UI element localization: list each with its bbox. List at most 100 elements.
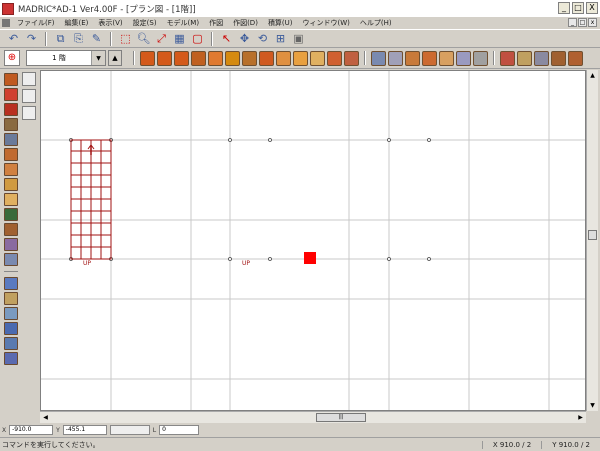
- scroll-up-icon[interactable]: ▲: [588, 71, 597, 80]
- model-tool-20-icon[interactable]: [500, 50, 515, 66]
- menu-item-0[interactable]: ファイル(F): [12, 18, 60, 28]
- floor-settings-icon[interactable]: ⊕: [4, 50, 20, 66]
- redo-icon[interactable]: ↷: [24, 31, 39, 46]
- document-icon[interactable]: [2, 19, 10, 27]
- left-tool-12-icon[interactable]: [4, 253, 18, 266]
- menu-item-1[interactable]: 編集(E): [60, 18, 94, 28]
- model-tool-7-icon[interactable]: [259, 50, 274, 66]
- left-tool-2-icon[interactable]: [4, 103, 18, 116]
- move-icon[interactable]: ✥: [237, 31, 252, 46]
- model-tool-5-icon[interactable]: [225, 50, 240, 66]
- left-tool-16-icon[interactable]: [4, 322, 18, 335]
- copy-icon[interactable]: ⧉: [53, 31, 68, 46]
- left-tool-0-icon[interactable]: [4, 73, 18, 86]
- menu-item-6[interactable]: 作図(D): [228, 18, 263, 28]
- model-tool-12-icon[interactable]: [344, 50, 359, 66]
- left-tool-3-icon[interactable]: [4, 118, 18, 131]
- chevron-down-icon[interactable]: ▼: [91, 51, 105, 65]
- left-tool-14-icon[interactable]: [4, 292, 18, 305]
- menu-item-4[interactable]: モデル(M): [162, 18, 205, 28]
- frame-icon[interactable]: ▢: [190, 31, 205, 46]
- y-coord-input[interactable]: -455.1: [62, 425, 107, 435]
- scroll-down-icon[interactable]: ▼: [588, 401, 597, 410]
- zoom-icon[interactable]: 🔍︎: [136, 31, 151, 46]
- left-tool-8-icon[interactable]: [4, 193, 18, 206]
- model-tool-16-icon[interactable]: [422, 50, 437, 66]
- model-tool-13-icon[interactable]: [371, 50, 386, 66]
- select-window-icon[interactable]: ⬚: [118, 31, 133, 46]
- left-tool-4-icon[interactable]: [4, 133, 18, 146]
- mdi-maximize-button[interactable]: □: [578, 18, 587, 27]
- model-tool-3-icon[interactable]: [191, 50, 206, 66]
- mdi-close-button[interactable]: x: [588, 18, 597, 27]
- left-tool-13-icon[interactable]: [4, 277, 18, 290]
- model-tool-6-icon[interactable]: [242, 50, 257, 66]
- left-tool-18-icon[interactable]: [4, 352, 18, 365]
- stair-element[interactable]: [70, 139, 112, 260]
- left-tool-5-icon[interactable]: [4, 148, 18, 161]
- left-tool-7-icon[interactable]: [4, 178, 18, 191]
- model-tool-14-icon[interactable]: [388, 50, 403, 66]
- model-tool-11-icon[interactable]: [327, 50, 342, 66]
- horizontal-scrollbar[interactable]: ◀ ||| ▶: [40, 411, 586, 423]
- model-tool-22-icon[interactable]: [534, 50, 549, 66]
- left-tool-10-icon[interactable]: [4, 223, 18, 236]
- model-tool-24-icon[interactable]: [568, 50, 583, 66]
- scroll-left-icon[interactable]: ◀: [41, 413, 50, 422]
- scroll-right-icon[interactable]: ▶: [576, 413, 585, 422]
- eraser-icon[interactable]: ✎: [89, 31, 104, 46]
- selection-marker[interactable]: [304, 252, 316, 264]
- left-tool-17-icon[interactable]: [4, 337, 18, 350]
- vertical-scrollbar[interactable]: ▲ ▼: [586, 70, 598, 411]
- left-tool-1-icon[interactable]: [4, 88, 18, 101]
- drawing-canvas[interactable]: UP UP: [40, 70, 586, 411]
- menu-item-5[interactable]: 作図: [204, 18, 228, 28]
- model-tool-18-icon[interactable]: [456, 50, 471, 66]
- floor-up-button[interactable]: ▲: [108, 50, 122, 66]
- grid-icon[interactable]: ▦: [172, 31, 187, 46]
- measure-icon[interactable]: ⊞: [273, 31, 288, 46]
- close-button[interactable]: X: [586, 2, 598, 14]
- model-tool-0-icon[interactable]: [140, 50, 155, 66]
- left-tool-9-icon[interactable]: [4, 208, 18, 221]
- menu-item-8[interactable]: ウィンドウ(W): [298, 18, 355, 28]
- elevation-view-tab[interactable]: [22, 89, 36, 103]
- menu-item-3[interactable]: 設定(S): [128, 18, 162, 28]
- vertical-scroll-thumb[interactable]: [588, 230, 597, 240]
- maximize-button[interactable]: □: [572, 2, 584, 14]
- coord-field-3[interactable]: [109, 425, 150, 435]
- model-tool-21-icon[interactable]: [517, 50, 532, 66]
- left-tool-6-icon[interactable]: [4, 163, 18, 176]
- menu-item-7[interactable]: 積算(U): [263, 18, 298, 28]
- horizontal-scroll-thumb[interactable]: |||: [316, 413, 366, 422]
- menu-item-9[interactable]: ヘルプ(H): [355, 18, 397, 28]
- fit-icon[interactable]: ⤢: [154, 31, 169, 46]
- floor-select[interactable]: 1 階 ▼: [26, 50, 106, 66]
- undo-icon[interactable]: ↶: [6, 31, 21, 46]
- 3d-view-tab[interactable]: [22, 106, 36, 120]
- paste-icon[interactable]: ⎘: [71, 31, 86, 46]
- model-tool-15-icon[interactable]: [405, 50, 420, 66]
- model-tool-9-icon[interactable]: [293, 50, 308, 66]
- model-tool-23-icon[interactable]: [551, 50, 566, 66]
- left-tool-11-icon[interactable]: [4, 238, 18, 251]
- rotate-icon[interactable]: ⟲: [255, 31, 270, 46]
- z-coord-input[interactable]: 0: [159, 425, 200, 435]
- model-tool-19-icon[interactable]: [473, 50, 488, 66]
- plan-drawing[interactable]: UP UP: [41, 71, 586, 411]
- title-bar[interactable]: MADRIC*AD-1 Ver4.00F - [プラン図 - [1階]] _ □…: [0, 0, 600, 17]
- model-tool-10-icon[interactable]: [310, 50, 325, 66]
- pointer-icon[interactable]: ↖: [219, 31, 234, 46]
- model-tool-2-icon[interactable]: [174, 50, 189, 66]
- x-coord-input[interactable]: -910.0: [9, 425, 54, 435]
- minimize-button[interactable]: _: [558, 2, 570, 14]
- model-tool-4-icon[interactable]: [208, 50, 223, 66]
- model-tool-8-icon[interactable]: [276, 50, 291, 66]
- model-tool-1-icon[interactable]: [157, 50, 172, 66]
- left-tool-15-icon[interactable]: [4, 307, 18, 320]
- layer-icon[interactable]: ▣: [291, 31, 306, 46]
- menu-item-2[interactable]: 表示(V): [93, 18, 127, 28]
- mdi-minimize-button[interactable]: _: [568, 18, 577, 27]
- model-tool-17-icon[interactable]: [439, 50, 454, 66]
- plan-view-tab[interactable]: [22, 72, 36, 86]
